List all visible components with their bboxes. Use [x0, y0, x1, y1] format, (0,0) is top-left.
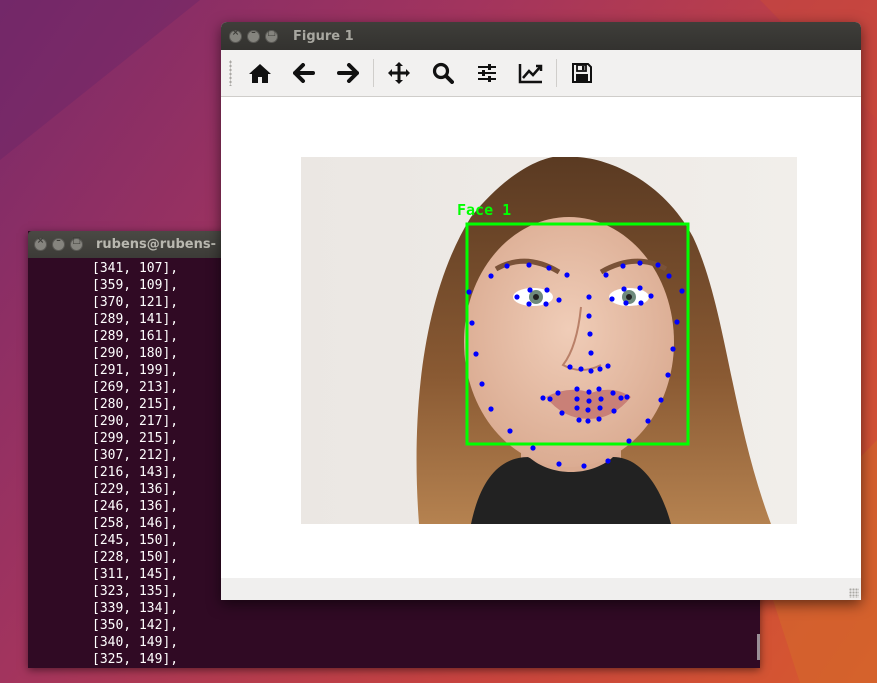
terminal-line: [339, 134],: [92, 601, 179, 616]
terminal-scrollbar[interactable]: [757, 634, 760, 660]
face-photo-illustration: Face 1: [301, 157, 797, 524]
arrow-right-icon: [337, 63, 359, 83]
zoom-button[interactable]: [421, 53, 465, 93]
terminal-line: [350, 142],: [92, 618, 179, 633]
terminal-minimize-button[interactable]: –: [52, 236, 65, 251]
save-button[interactable]: [560, 53, 604, 93]
home-icon: [249, 64, 271, 83]
terminal-title: rubens@rubens-: [96, 237, 216, 252]
minimize-icon: –: [56, 236, 61, 246]
floppy-disk-icon: [572, 63, 592, 83]
figure-maximize-button[interactable]: □: [265, 27, 278, 43]
terminal-line: [340, 149],: [92, 635, 179, 650]
terminal-line: [325, 149],: [92, 652, 179, 667]
home-button[interactable]: [238, 53, 282, 93]
figure-titlebar[interactable]: × – □ Figure 1: [221, 22, 861, 50]
edit-axes-button[interactable]: [509, 53, 553, 93]
navigation-toolbar: [221, 50, 861, 97]
maximize-icon: □: [267, 27, 276, 38]
status-bar: [221, 578, 861, 600]
minimize-icon: –: [251, 27, 256, 38]
toolbar-grip[interactable]: [229, 60, 232, 86]
close-icon: ×: [36, 236, 45, 246]
configure-subplots-button[interactable]: [465, 53, 509, 93]
figure-window[interactable]: × – □ Figure 1 Face 1: [221, 22, 861, 600]
arrow-left-icon: [293, 63, 315, 83]
toolbar-separator: [373, 59, 374, 87]
maximize-icon: □: [72, 236, 81, 246]
back-button[interactable]: [282, 53, 326, 93]
figure-close-button[interactable]: ×: [229, 27, 242, 43]
figure-canvas[interactable]: Face 1: [221, 97, 861, 578]
toolbar-separator: [556, 59, 557, 87]
move-icon: [388, 62, 410, 84]
figure-title: Figure 1: [293, 28, 354, 44]
pan-button[interactable]: [377, 53, 421, 93]
forward-button[interactable]: [326, 53, 370, 93]
face-image[interactable]: Face 1: [301, 157, 797, 524]
magnifier-icon: [432, 62, 454, 84]
figure-minimize-button[interactable]: –: [247, 27, 260, 43]
close-icon: ×: [231, 27, 240, 38]
terminal-maximize-button[interactable]: □: [70, 236, 83, 251]
sliders-icon: [478, 64, 496, 82]
resize-grip[interactable]: [849, 588, 859, 598]
chart-line-icon: [518, 64, 543, 84]
face-label: Face 1: [457, 201, 511, 219]
terminal-close-button[interactable]: ×: [34, 236, 47, 251]
